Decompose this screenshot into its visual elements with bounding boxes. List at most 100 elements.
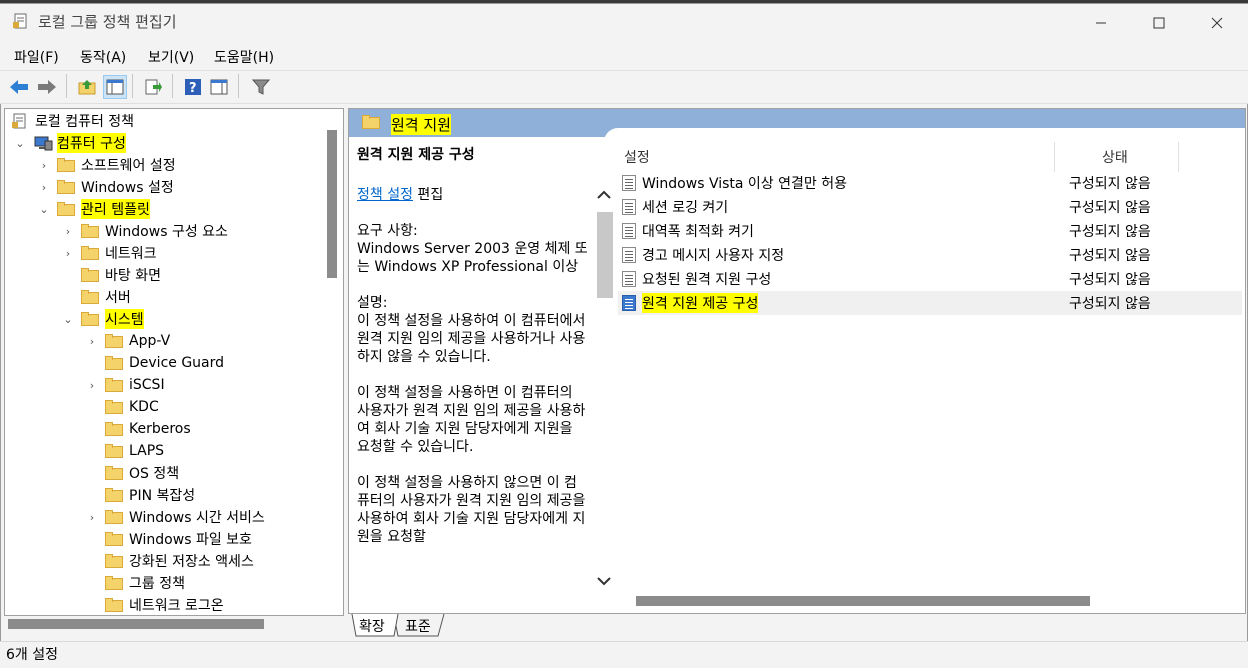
tree-item-label: 관리 템플릿 (81, 199, 150, 219)
tree-item[interactable]: › iSCSI (5, 374, 343, 396)
description-scroll-thumb[interactable] (597, 212, 613, 298)
expanded-chevron-icon[interactable]: ⌄ (13, 137, 27, 150)
settings-list: Windows Vista 이상 연결만 허용 구성되지 않음세션 로깅 켜기 구성… (618, 171, 1242, 315)
tree-item[interactable]: Device Guard (5, 352, 343, 374)
tree-horizontal-scroll-thumb[interactable] (8, 619, 264, 629)
header-title: 원격 지원 (391, 114, 451, 135)
forward-button[interactable] (36, 76, 58, 98)
folder-icon (57, 202, 75, 216)
column-separator[interactable] (1178, 142, 1179, 172)
description-title: 원격 지원 제공 구성 (357, 147, 475, 163)
toolbar-separator (66, 74, 67, 98)
folder-icon (105, 466, 123, 480)
up-folder-button[interactable] (76, 76, 98, 98)
setting-row[interactable]: Windows Vista 이상 연결만 허용 구성되지 않음 (618, 171, 1242, 195)
tree-item[interactable]: ⌄ 컴퓨터 구성 (5, 132, 343, 154)
tree-item[interactable]: Kerberos (5, 418, 343, 440)
tab-extended[interactable]: 확장 (359, 616, 385, 636)
tree-item[interactable]: OS 정책 (5, 462, 343, 484)
setting-name: 경고 메시지 사용자 지정 (642, 248, 785, 264)
tree-item[interactable]: 네트워크 로그온 (5, 594, 343, 615)
tree-item-label: 소프트웨어 설정 (81, 158, 176, 174)
folder-icon (105, 422, 123, 436)
help-button[interactable]: ? (182, 76, 204, 98)
tree-item[interactable]: 바탕 화면 (5, 264, 343, 286)
menu-file[interactable]: 파일(F) (14, 47, 59, 67)
setting-row[interactable]: 요청된 원격 지원 구성 구성되지 않음 (618, 267, 1242, 291)
collapsed-chevron-icon[interactable]: › (37, 159, 51, 172)
menu-view[interactable]: 보기(V) (148, 47, 194, 67)
tree-item[interactable]: LAPS (5, 440, 343, 462)
folder-icon (105, 488, 123, 502)
tree-item[interactable]: 서버 (5, 286, 343, 308)
tree-item-label: LAPS (129, 443, 165, 459)
tree-item[interactable]: ⌄ 시스템 (5, 308, 343, 330)
show-action-pane-button[interactable] (208, 76, 230, 98)
filter-button[interactable] (250, 76, 272, 98)
tree-item[interactable]: › Windows 구성 요소 (5, 220, 343, 242)
policy-document-icon (12, 113, 26, 129)
description-pane: 원격 지원 제공 구성 정책 설정 편집 요구 사항: Windows Serv… (357, 142, 589, 610)
collapsed-chevron-icon[interactable]: › (61, 225, 75, 238)
tree-item[interactable]: › Windows 설정 (5, 176, 343, 198)
tree-item-label: 강화된 저장소 액세스 (129, 554, 254, 570)
scroll-down-icon[interactable] (596, 574, 612, 588)
back-button[interactable] (8, 76, 30, 98)
tree-item[interactable]: › Windows 시간 서비스 (5, 506, 343, 528)
tree-item-label: 그룹 정책 (129, 576, 185, 592)
tree-scroll-thumb[interactable] (327, 130, 337, 278)
setting-state: 구성되지 않음 (1069, 176, 1151, 192)
column-header-state[interactable]: 상태 (1102, 147, 1128, 167)
policy-settings-link[interactable]: 정책 설정 (357, 187, 413, 203)
folder-icon (105, 576, 123, 590)
help-icon: ? (185, 79, 201, 95)
minimize-button[interactable] (1072, 4, 1130, 42)
setting-row[interactable]: 원격 지원 제공 구성 구성되지 않음 (618, 291, 1242, 315)
folder-icon (105, 400, 123, 414)
tree-item[interactable]: PIN 복잡성 (5, 484, 343, 506)
collapsed-chevron-icon[interactable]: › (85, 511, 99, 524)
folder-icon (81, 224, 99, 238)
setting-row[interactable]: 세션 로깅 켜기 구성되지 않음 (618, 195, 1242, 219)
tree-item[interactable]: 그룹 정책 (5, 572, 343, 594)
tree-root-label: 로컬 컴퓨터 정책 (35, 114, 135, 130)
tree-item[interactable]: Windows 파일 보호 (5, 528, 343, 550)
expanded-chevron-icon[interactable]: ⌄ (61, 313, 75, 326)
window-title: 로컬 그룹 정책 편집기 (38, 13, 177, 31)
collapsed-chevron-icon[interactable]: › (61, 247, 75, 260)
setting-row[interactable]: 대역폭 최적화 켜기 구성되지 않음 (618, 219, 1242, 243)
scroll-up-icon[interactable] (596, 188, 612, 202)
description-label: 설명: (357, 295, 388, 311)
tree-item[interactable]: › 소프트웨어 설정 (5, 154, 343, 176)
menu-action[interactable]: 동작(A) (80, 47, 126, 67)
show-hide-tree-button[interactable] (103, 75, 127, 99)
maximize-button[interactable] (1130, 4, 1188, 42)
setting-name: 요청된 원격 지원 구성 (642, 272, 772, 288)
setting-name: 세션 로깅 켜기 (642, 200, 729, 216)
console-tree-icon (106, 79, 124, 95)
tree-item[interactable]: KDC (5, 396, 343, 418)
setting-name: 원격 지원 제공 구성 (642, 293, 759, 313)
collapsed-chevron-icon[interactable]: › (85, 335, 99, 348)
export-list-button[interactable] (142, 76, 164, 98)
collapsed-chevron-icon[interactable]: › (85, 379, 99, 392)
tree-item[interactable]: 강화된 저장소 액세스 (5, 550, 343, 572)
tab-standard[interactable]: 표준 (405, 616, 431, 636)
tree-item[interactable]: ⌄ 관리 템플릿 (5, 198, 343, 220)
column-separator[interactable] (1054, 142, 1055, 172)
column-header-settings[interactable]: 설정 (624, 147, 650, 167)
tree-item-label: 네트워크 로그온 (129, 598, 224, 614)
minimize-icon (1096, 22, 1106, 24)
expanded-chevron-icon[interactable]: ⌄ (37, 203, 51, 216)
tree-item[interactable]: › App-V (5, 330, 343, 352)
list-horizontal-scroll-thumb[interactable] (636, 596, 1090, 606)
folder-icon (105, 554, 123, 568)
setting-row[interactable]: 경고 메시지 사용자 지정 구성되지 않음 (618, 243, 1242, 267)
setting-state: 구성되지 않음 (1069, 200, 1151, 216)
menu-help[interactable]: 도움말(H) (214, 47, 274, 67)
close-button[interactable] (1188, 4, 1246, 42)
collapsed-chevron-icon[interactable]: › (37, 181, 51, 194)
tree-item[interactable]: › 네트워크 (5, 242, 343, 264)
tree-root[interactable]: 로컬 컴퓨터 정책 (5, 110, 343, 132)
folder-icon (81, 290, 99, 304)
